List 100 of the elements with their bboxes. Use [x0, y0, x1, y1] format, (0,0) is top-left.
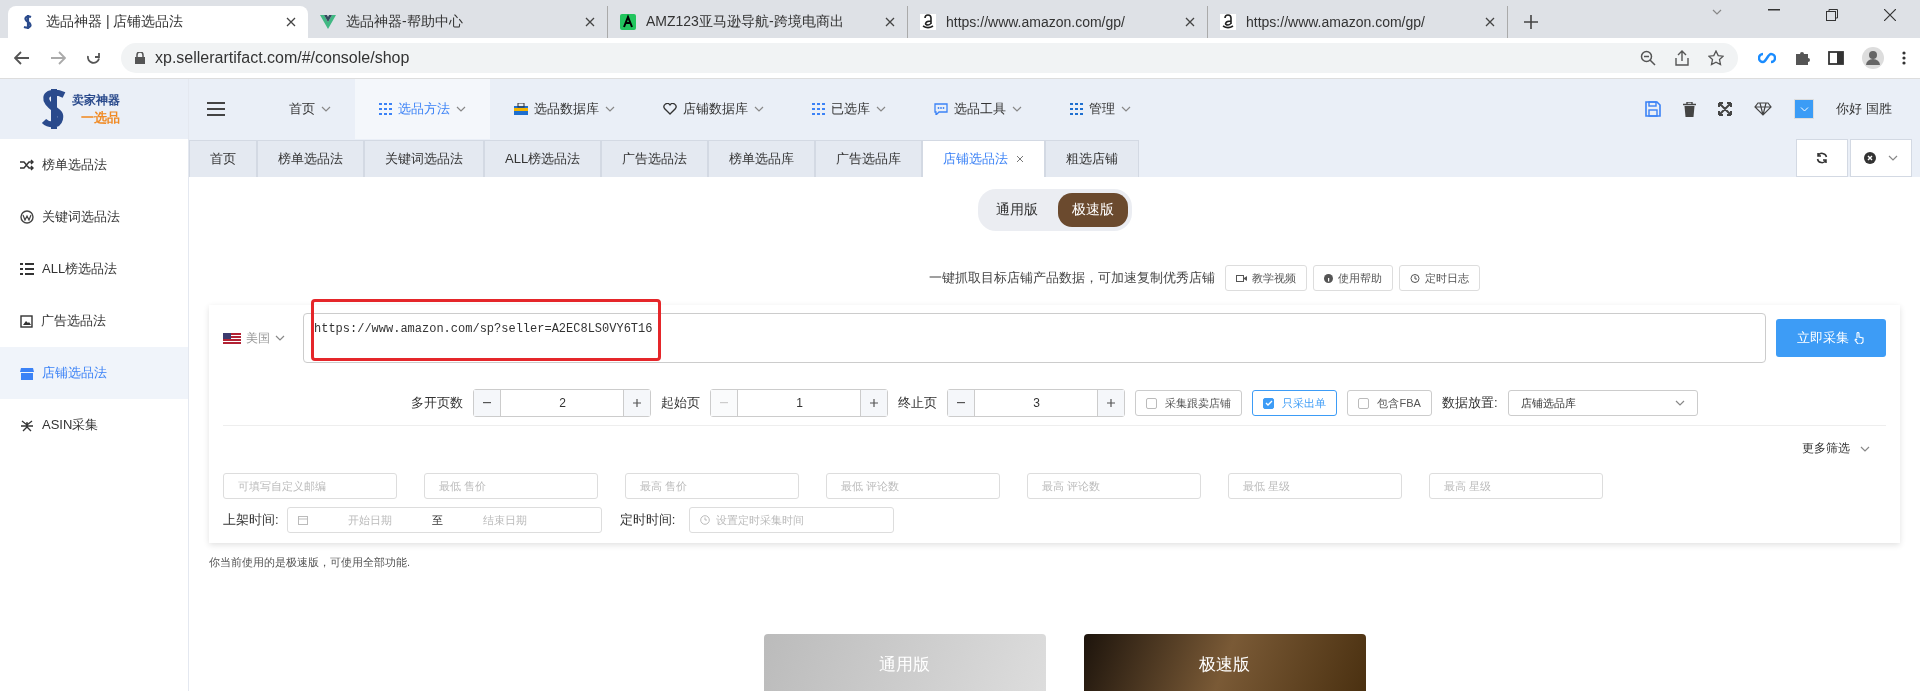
reload-icon[interactable]: [86, 50, 101, 66]
tab-search-icon: [1712, 9, 1722, 15]
refresh-button[interactable]: [1796, 139, 1848, 177]
sidebar-item[interactable]: 店铺选品法: [0, 347, 188, 399]
save-icon[interactable]: [1645, 101, 1662, 117]
checkbox[interactable]: [1146, 397, 1158, 409]
mode-toggle-option[interactable]: 极速版: [1057, 193, 1128, 227]
browser-tab[interactable]: https://www.amazon.com/gp/: [1208, 6, 1508, 38]
minimize-icon[interactable]: [1768, 9, 1780, 11]
checkbox-option[interactable]: 包含FBA: [1347, 390, 1432, 416]
close-icon[interactable]: [1185, 17, 1195, 27]
share-icon[interactable]: [1674, 50, 1690, 66]
restore-icon[interactable]: [1826, 9, 1838, 21]
puzzle-icon[interactable]: [1794, 50, 1810, 66]
avatar-icon[interactable]: [1862, 47, 1884, 69]
page-tab[interactable]: 店铺选品法: [922, 140, 1046, 177]
stepper-label: 终止页: [898, 394, 938, 412]
alarm-clock-icon: [1410, 273, 1420, 283]
page-tab[interactable]: 广告选品法: [601, 140, 709, 177]
page-tab[interactable]: 榜单选品库: [708, 140, 816, 177]
sidebar-item[interactable]: ALL榜选品法: [0, 243, 188, 295]
close-icon[interactable]: [286, 17, 296, 27]
version-card[interactable]: 极速版: [1083, 634, 1366, 691]
w-circle-icon: [20, 210, 34, 224]
page-tab[interactable]: 榜单选品法: [257, 140, 364, 177]
help-button[interactable]: 使用帮助: [1313, 265, 1393, 291]
minus-icon: [483, 402, 492, 404]
more-vertical-icon[interactable]: [1902, 51, 1906, 65]
nav-menu-item[interactable]: 首页: [265, 79, 355, 139]
image-icon: [20, 314, 33, 328]
minus-icon: [720, 402, 729, 404]
checkbox-option[interactable]: 采集跟卖店铺: [1135, 390, 1243, 416]
close-icon[interactable]: [1485, 17, 1495, 27]
more-filters-toggle[interactable]: 更多筛选: [1802, 440, 1870, 457]
chevron-down-icon: [754, 106, 764, 112]
a-smile-logo-icon: [920, 14, 936, 30]
nav-menu-item[interactable]: 选品方法: [355, 79, 490, 139]
lock-icon: [135, 52, 145, 64]
data-target-label: 数据放置:: [1441, 394, 1498, 412]
new-tab-icon[interactable]: [1524, 15, 1538, 29]
browser-tab[interactable]: 选品神器-帮助中心: [308, 6, 608, 38]
date-range-input[interactable]: 开始日期 至 结束日期: [286, 507, 602, 533]
list-icon: [20, 263, 34, 275]
trash-icon[interactable]: [1683, 101, 1697, 117]
nav-menu-item[interactable]: 选品工具: [910, 79, 1046, 139]
shuffle-icon: [20, 159, 34, 171]
browser-tab[interactable]: https://www.amazon.com/gp/: [908, 6, 1208, 38]
refresh-icon: [1816, 152, 1828, 164]
chevron-down-icon: [605, 106, 615, 112]
url-input[interactable]: https://www.amazon.com/sp?seller=A2EC8LS0VY6T16: [303, 313, 1766, 363]
increment-button[interactable]: [624, 390, 651, 416]
side-panel-icon[interactable]: [1828, 51, 1844, 65]
us-flag-icon: [223, 332, 241, 344]
mode-toggle-option[interactable]: 通用版: [981, 193, 1052, 227]
loop-logo-icon[interactable]: [1758, 52, 1776, 64]
zoom-icon[interactable]: [1640, 50, 1656, 66]
plus-icon: [870, 399, 879, 407]
help-button[interactable]: 教学视频: [1225, 265, 1307, 291]
calendar-icon: [297, 515, 308, 525]
chevron-down-icon: [1799, 106, 1809, 112]
toolbox-icon: [514, 103, 528, 115]
page-tab[interactable]: 粗选店铺: [1045, 140, 1140, 177]
checkbox[interactable]: [1263, 397, 1275, 409]
page-tab[interactable]: 首页: [189, 140, 257, 177]
grid-icon: [812, 103, 825, 115]
close-tabs-dropdown[interactable]: [1850, 139, 1912, 177]
sidebar-item[interactable]: ASIN采集: [0, 399, 188, 451]
checkbox[interactable]: [1358, 397, 1370, 409]
close-icon[interactable]: [885, 17, 895, 27]
increment-button[interactable]: [861, 390, 888, 416]
page-tab[interactable]: ALL榜选品法: [484, 140, 602, 177]
page-tab[interactable]: 广告选品库: [815, 140, 923, 177]
sidebar-item[interactable]: 广告选品法: [0, 295, 188, 347]
diamond-icon[interactable]: [1754, 102, 1773, 116]
chevron-down-icon: [321, 106, 331, 112]
browser-tab[interactable]: 选品神器 | 店铺选品法: [8, 6, 308, 38]
data-target-select[interactable]: 店铺选品库: [1507, 390, 1698, 416]
fullscreen-icon[interactable]: [1718, 102, 1733, 116]
sidebar-item[interactable]: 榜单选品法: [0, 139, 188, 191]
v-logo-icon: [320, 14, 336, 30]
video-icon: [1236, 273, 1247, 283]
menu-icon[interactable]: [207, 102, 225, 116]
nav-menu-item[interactable]: 选品数据库: [490, 79, 639, 139]
close-icon[interactable]: [1016, 155, 1025, 163]
description-text: 一键抓取目标店铺产品数据，可加速复制优秀店铺: [929, 269, 1215, 287]
browser-tab[interactable]: AMZ123亚马逊导航-跨境电商出: [608, 6, 908, 38]
sidebar-item[interactable]: 关键词选品法: [0, 191, 188, 243]
page-tab[interactable]: 关键词选品法: [364, 140, 484, 177]
star-icon[interactable]: [1708, 50, 1724, 66]
nav-menu-item[interactable]: 已选库: [788, 79, 910, 139]
close-icon[interactable]: [585, 17, 595, 27]
back-icon[interactable]: [14, 51, 30, 65]
nav-menu-item[interactable]: 管理: [1046, 79, 1155, 139]
help-button[interactable]: 定时日志: [1399, 265, 1480, 291]
close-icon[interactable]: [1884, 9, 1896, 21]
increment-button[interactable]: [1098, 390, 1125, 416]
nav-menu-item[interactable]: 店铺数据库: [639, 79, 788, 139]
address-bar[interactable]: xp.sellerartifact.com/#/console/shop: [121, 43, 1738, 73]
plus-icon: [633, 399, 642, 407]
chevron-down-icon: [1860, 445, 1870, 452]
